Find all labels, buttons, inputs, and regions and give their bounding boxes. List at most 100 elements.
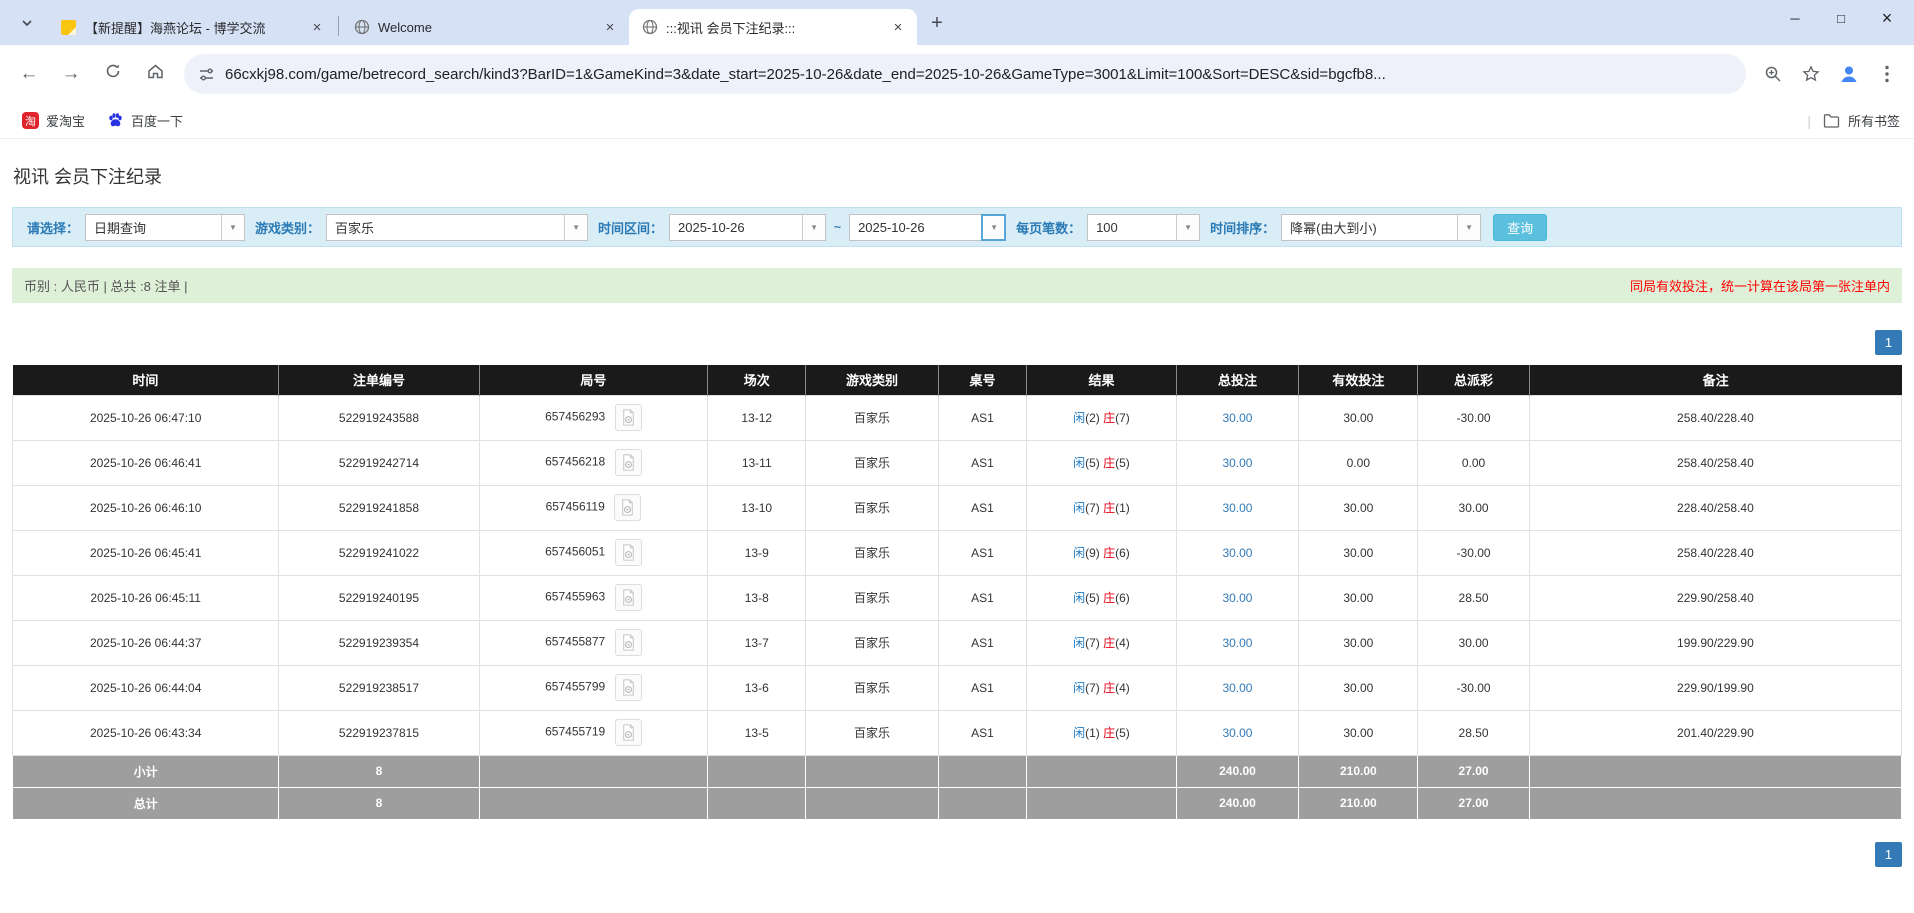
query-type-value: 日期查询 [86,215,221,240]
total-bet-link[interactable]: 30.00 [1222,501,1252,515]
video-replay-button[interactable] [615,719,642,746]
video-replay-button[interactable] [615,404,642,431]
total-bet-link[interactable]: 30.00 [1222,726,1252,740]
tab-bet-records[interactable]: :::视讯 会员下注纪录::: × [629,9,917,45]
date-start-select[interactable]: 2025-10-26 ▼ [669,214,826,241]
cell-payout: -30.00 [1418,530,1529,575]
col-table-no: 桌号 [938,365,1027,395]
page-size-select[interactable]: 100 ▼ [1087,214,1200,241]
folder-icon [1823,113,1840,128]
tab-forum[interactable]: 【新提醒】海燕论坛 - 博学交流 × [48,9,336,45]
profile-button[interactable] [1832,57,1866,91]
tab-divider [338,16,339,36]
video-replay-button[interactable] [615,584,642,611]
search-button[interactable]: 查询 [1493,214,1547,241]
total-bet-link[interactable]: 30.00 [1222,591,1252,605]
cell-round-id: 657456119 [479,485,708,530]
video-replay-button[interactable] [615,539,642,566]
window-close-button[interactable]: × [1864,1,1910,35]
cell-game-type: 百家乐 [806,440,938,485]
maximize-button[interactable]: □ [1818,1,1864,35]
cell-bet-id: 522919239354 [279,620,479,665]
cell-total-bet: 30.00 [1176,710,1299,755]
total-payout: 27.00 [1418,787,1529,819]
video-replay-button[interactable] [614,494,641,521]
notice-text: 同局有效投注，统一计算在该局第一张注单内 [1630,276,1890,295]
cell-time: 2025-10-26 06:45:41 [13,530,279,575]
video-replay-button[interactable] [615,449,642,476]
total-bet-link[interactable]: 30.00 [1222,546,1252,560]
site-info-icon[interactable] [198,66,215,83]
table-row: 2025-10-26 06:44:04 522919238517 6574557… [13,665,1902,710]
forward-button[interactable]: → [52,55,90,93]
video-replay-button[interactable] [615,629,642,656]
cell-round-id: 657455963 [479,575,708,620]
subtotal-total-bet: 240.00 [1176,755,1299,787]
banker-result: 庄 [1103,591,1115,605]
banker-result: 庄 [1103,456,1115,470]
game-type-select[interactable]: 百家乐 ▼ [326,214,588,241]
cell-total-bet: 30.00 [1176,485,1299,530]
subtotal-count: 8 [279,755,479,787]
url-text[interactable]: 66cxkj98.com/game/betrecord_search/kind3… [225,66,1732,83]
cell-table-no: AS1 [938,620,1027,665]
bookmark-taobao[interactable]: 淘 爱淘宝 [14,108,93,133]
cell-table-no: AS1 [938,710,1027,755]
video-file-icon [619,723,638,742]
chevron-down-icon[interactable]: ▼ [802,215,825,240]
sort-select[interactable]: 降幂(由大到小) ▼ [1281,214,1481,241]
query-type-select[interactable]: 日期查询 ▼ [85,214,245,241]
total-row: 总计 8 240.00 210.00 27.00 [13,787,1902,819]
total-bet-link[interactable]: 30.00 [1222,456,1252,470]
banker-result: 庄 [1103,636,1115,650]
page-number-button[interactable]: 1 [1875,842,1902,867]
all-bookmarks[interactable]: | 所有书签 [1807,111,1900,130]
cell-table-no: AS1 [938,665,1027,710]
cell-game-type: 百家乐 [806,665,938,710]
taobao-icon: 淘 [22,112,39,129]
chevron-down-icon[interactable]: ▼ [564,215,587,240]
home-button[interactable] [136,55,174,93]
tab-search-button[interactable] [12,8,42,38]
total-bet-link[interactable]: 30.00 [1222,636,1252,650]
minimize-button[interactable]: ─ [1772,1,1818,35]
tab-welcome[interactable]: Welcome × [341,9,629,45]
chevron-down-icon[interactable]: ▼ [982,215,1005,240]
cell-valid-bet: 0.00 [1299,440,1418,485]
cell-result: 闲(2) 庄(7) [1027,395,1176,440]
reload-button[interactable] [94,55,132,93]
close-icon[interactable]: × [308,18,326,36]
new-tab-button[interactable]: + [923,9,951,37]
zoom-button[interactable] [1756,57,1790,91]
chevron-down-icon[interactable]: ▼ [221,215,244,240]
page-number-button[interactable]: 1 [1875,330,1902,355]
url-bar[interactable]: 66cxkj98.com/game/betrecord_search/kind3… [184,54,1746,94]
round-id-text: 657455719 [545,725,605,739]
cell-result: 闲(9) 庄(6) [1027,530,1176,575]
bookmark-star-button[interactable] [1794,57,1828,91]
bookmark-baidu[interactable]: 百度一下 [99,108,191,133]
close-icon[interactable]: × [601,18,619,36]
col-session: 场次 [708,365,806,395]
total-label: 总计 [13,787,279,819]
date-end-select[interactable]: 2025-10-26 ▼ [849,214,1006,241]
video-replay-button[interactable] [615,674,642,701]
chevron-down-icon[interactable]: ▼ [1457,215,1480,240]
baidu-paw-icon [107,112,124,129]
player-result: 闲 [1073,501,1085,515]
pagination-top: 1 [12,330,1902,355]
bookmark-label: 爱淘宝 [46,111,85,130]
col-time: 时间 [13,365,279,395]
cell-note: 258.40/228.40 [1529,530,1901,575]
tilde-separator: ~ [834,220,841,234]
reload-icon [104,62,122,80]
browser-menu-button[interactable] [1870,57,1904,91]
close-icon[interactable]: × [889,18,907,36]
back-button[interactable]: ← [10,55,48,93]
subtotal-payout: 27.00 [1418,755,1529,787]
chevron-down-icon[interactable]: ▼ [1176,215,1199,240]
cell-game-type: 百家乐 [806,620,938,665]
total-bet-link[interactable]: 30.00 [1222,411,1252,425]
cell-valid-bet: 30.00 [1299,530,1418,575]
total-bet-link[interactable]: 30.00 [1222,681,1252,695]
